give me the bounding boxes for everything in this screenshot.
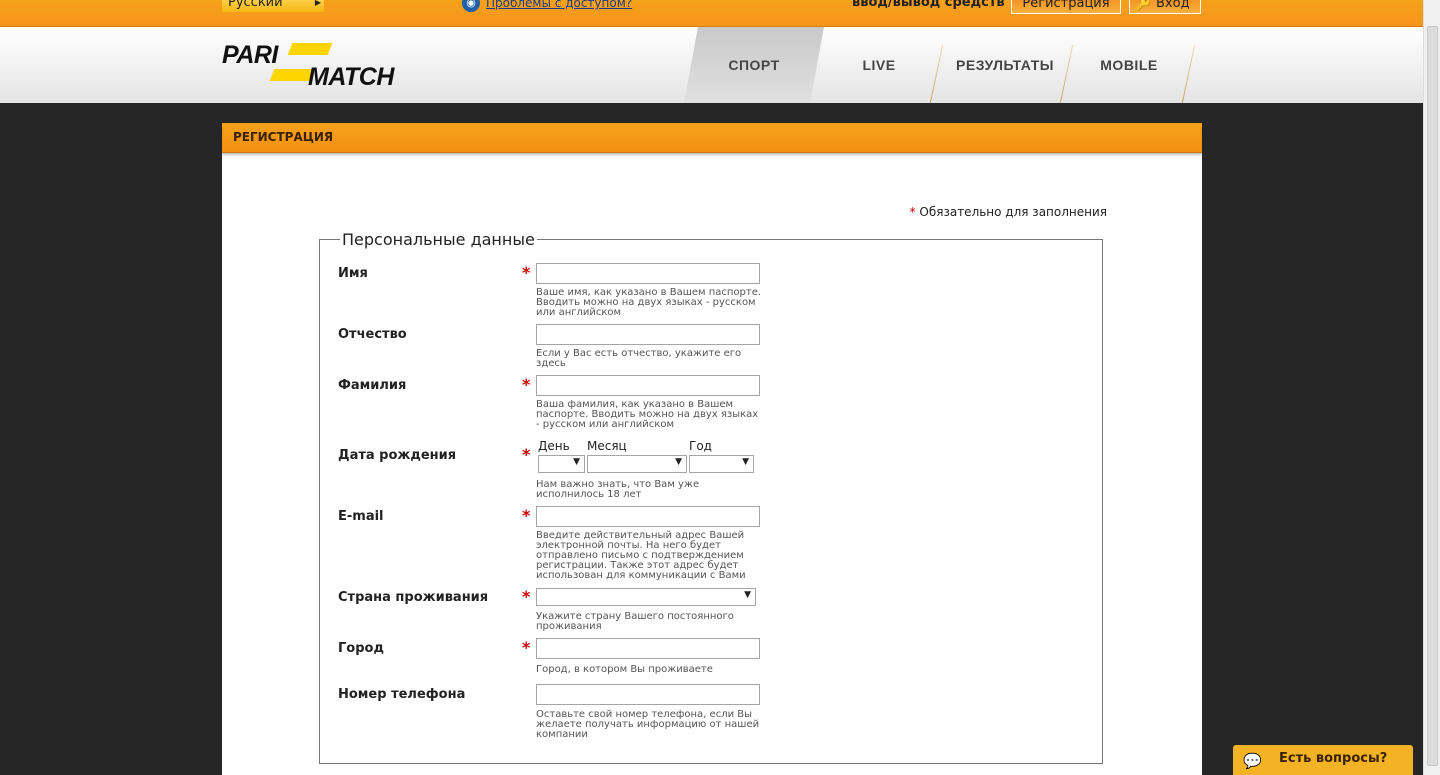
middle-name-input[interactable] (536, 324, 760, 345)
dropdown-arrow-icon: ▼ (744, 590, 751, 600)
chat-label: Есть вопросы? (1279, 751, 1388, 766)
nav-results[interactable]: РЕЗУЛЬТАТЫ (940, 27, 1070, 103)
required-note-text: Обязательно для заполнения (919, 205, 1107, 219)
access-problems-link[interactable]: Проблемы с доступом? (486, 0, 632, 10)
month-label: Месяц (587, 439, 627, 453)
month-select[interactable]: ▼ (587, 455, 687, 473)
required-star: * (522, 263, 531, 282)
required-star: * (522, 587, 531, 606)
registration-panel: РЕГИСТРАЦИЯ * Обязательно для заполнения… (222, 123, 1202, 775)
fieldset-legend: Персональные данные (342, 230, 535, 249)
last-name-label: Фамилия (338, 378, 407, 393)
chevron-right-icon: ▶ (314, 0, 321, 7)
first-name-label: Имя (338, 266, 368, 281)
language-value: Русский (228, 0, 283, 10)
register-button[interactable]: Регистрация (1011, 0, 1121, 14)
login-label: Вход (1156, 0, 1190, 11)
required-star: * (522, 638, 531, 657)
birthdate-label: Дата рождения (338, 448, 457, 463)
country-select[interactable]: ▼ (536, 588, 756, 606)
phone-label: Номер телефона (338, 687, 466, 702)
required-star: * (522, 375, 531, 394)
panel-title: РЕГИСТРАЦИЯ (222, 123, 1202, 153)
dropdown-arrow-icon: ▼ (675, 457, 682, 467)
nav-mobile[interactable]: MOBILE (1072, 27, 1186, 103)
required-note: * Обязательно для заполнения (910, 205, 1107, 219)
day-label: День (538, 439, 570, 453)
header: PARI MATCH СПОРТ LIVE РЕЗУЛЬТАТЫ MOBILE (0, 27, 1423, 103)
scrollbar[interactable] (1423, 0, 1440, 775)
chat-widget[interactable]: 💬 Есть вопросы? (1233, 745, 1413, 775)
country-hint: Укажите страну Вашего постоянного прожив… (536, 611, 734, 632)
email-input[interactable] (536, 506, 760, 527)
logo-stripe (287, 43, 333, 55)
top-bar: Русский ▶ ◉ Проблемы с доступом? ввод/вы… (0, 0, 1423, 27)
first-name-hint: Ваше имя, как указано в Вашем паспорте. … (536, 287, 762, 318)
year-label: Год (689, 439, 712, 453)
city-label: Город (338, 641, 384, 656)
email-label: E-mail (338, 509, 384, 524)
phone-hint: Оставьте свой номер телефона, если Вы же… (536, 709, 760, 740)
required-star: * (522, 506, 531, 525)
scrollbar-thumb[interactable] (1427, 26, 1438, 766)
chat-bubble-icon: 💬 (1243, 752, 1262, 770)
key-icon: 🔑 (1136, 0, 1151, 11)
last-name-hint: Ваша фамилия, как указано в Вашем паспор… (536, 399, 759, 430)
access-problems: ◉ Проблемы с доступом? (462, 0, 632, 12)
country-label: Страна проживания (338, 590, 489, 605)
first-name-input[interactable] (536, 263, 760, 284)
dropdown-arrow-icon: ▼ (742, 457, 749, 467)
email-hint: Введите действительный адрес Вашей элект… (536, 530, 746, 581)
city-input[interactable] (536, 638, 760, 659)
nav-live[interactable]: LIVE (824, 27, 934, 103)
birthdate-hint: Нам важно знать, что Вам уже исполнилось… (536, 479, 700, 500)
logo-text-match: MATCH (308, 63, 394, 91)
city-hint: Город, в котором Вы проживаете (536, 664, 713, 675)
parimatch-logo[interactable]: PARI MATCH (222, 41, 412, 91)
login-button[interactable]: 🔑 Вход (1129, 0, 1201, 14)
year-select[interactable]: ▼ (689, 455, 754, 473)
required-star: * (522, 445, 531, 464)
day-select[interactable]: ▼ (538, 455, 585, 473)
phone-input[interactable] (536, 684, 760, 705)
logo-text-pari: PARI (222, 41, 278, 69)
deposit-withdraw-link[interactable]: ввод/вывод средств (852, 0, 1005, 10)
language-select[interactable]: Русский ▶ (222, 0, 324, 12)
last-name-input[interactable] (536, 375, 760, 396)
required-star: * (909, 205, 916, 219)
nav-sport[interactable]: СПОРТ (684, 27, 824, 103)
middle-name-hint: Если у Вас есть отчество, укажите его зд… (536, 348, 742, 369)
rss-icon: ◉ (462, 0, 480, 12)
dropdown-arrow-icon: ▼ (573, 457, 580, 467)
middle-name-label: Отчество (338, 327, 407, 342)
